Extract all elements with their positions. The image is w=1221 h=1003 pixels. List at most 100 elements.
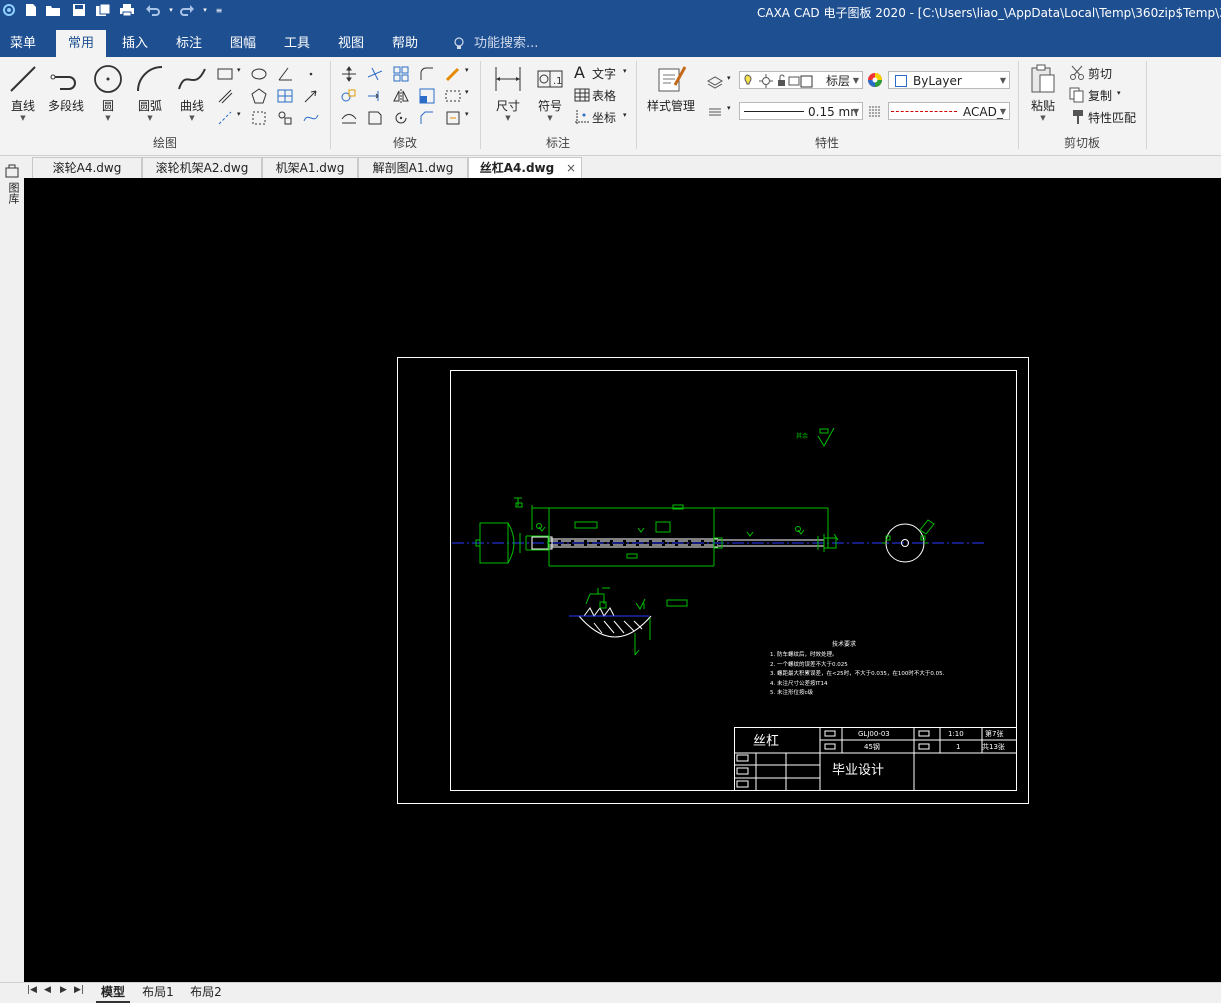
dimension-button[interactable]: 尺寸 ▼	[489, 63, 527, 122]
table-icon[interactable]	[573, 86, 591, 104]
coordinate-icon[interactable]	[573, 108, 591, 126]
symbol-button[interactable]: .1 符号 ▼	[532, 63, 568, 122]
rotate-icon[interactable]	[392, 109, 410, 127]
first-tab-icon[interactable]: |◀	[27, 985, 37, 995]
tab-insert[interactable]: 插入	[112, 30, 158, 57]
rectangle-dropdown-icon[interactable]: ▾	[237, 66, 241, 74]
library-icon[interactable]	[5, 164, 19, 178]
array-icon[interactable]	[392, 65, 410, 83]
lineweight-combo[interactable]: 0.15 mn ▼	[739, 102, 863, 120]
layout-tab[interactable]: 布局1	[138, 983, 178, 1001]
linetype-icon[interactable]	[866, 102, 884, 120]
angle-line-icon[interactable]	[276, 65, 294, 83]
doc-tab-active[interactable]: 丝杠A4.dwg ×	[468, 157, 582, 178]
coordinate-button[interactable]: 坐标	[592, 109, 616, 126]
spline-icon[interactable]	[302, 109, 320, 127]
copy-icon[interactable]	[1068, 86, 1086, 104]
layer-manager-dropdown-icon[interactable]: ▾	[727, 74, 731, 82]
extend-icon[interactable]	[366, 87, 384, 105]
polygon-icon[interactable]	[250, 87, 268, 105]
curve-button[interactable]: 曲线 ▼	[174, 63, 210, 122]
scale-icon[interactable]	[418, 87, 436, 105]
print-icon[interactable]	[118, 2, 136, 18]
move-icon[interactable]	[340, 65, 358, 83]
text-dropdown-icon[interactable]: ▾	[623, 67, 627, 75]
layout-tab-model[interactable]: 模型	[96, 983, 130, 1003]
tab-tools[interactable]: 工具	[274, 30, 320, 57]
copy-dropdown-icon[interactable]: ▾	[1117, 89, 1121, 97]
customize-icon[interactable]: ≡	[210, 2, 228, 18]
match-properties-button[interactable]: 特性匹配	[1088, 109, 1136, 126]
tab-view[interactable]: 视图	[328, 30, 374, 57]
hatch-icon[interactable]	[276, 87, 294, 105]
color-wheel-icon[interactable]	[866, 71, 884, 89]
library-panel-tab[interactable]: 图库	[5, 182, 20, 204]
rectangle-icon[interactable]	[216, 65, 234, 83]
explode-dropdown-icon[interactable]: ▾	[465, 110, 469, 118]
table-button[interactable]: 表格	[592, 87, 616, 104]
color-combo[interactable]: ByLayer ▼	[888, 71, 1010, 89]
layer-manager-icon[interactable]	[706, 73, 724, 91]
mirror-icon[interactable]	[392, 87, 410, 105]
paste-button[interactable]: 粘贴 ▼	[1026, 63, 1060, 122]
tab-sheet[interactable]: 图幅	[220, 30, 266, 57]
arrow-icon[interactable]	[302, 87, 320, 105]
tab-help[interactable]: 帮助	[382, 30, 428, 57]
cut-button[interactable]: 剪切	[1088, 65, 1112, 82]
lineweight-icon[interactable]	[706, 103, 724, 121]
ellipse-icon[interactable]	[250, 65, 268, 83]
arc-button[interactable]: 圆弧 ▼	[132, 63, 168, 122]
doc-tab[interactable]: 滚轮A4.dwg	[32, 157, 142, 178]
prev-tab-icon[interactable]: ◀	[44, 985, 51, 995]
save-icon[interactable]	[70, 2, 88, 18]
point-icon[interactable]	[302, 65, 320, 83]
text-icon[interactable]: A	[574, 63, 585, 82]
undo-icon[interactable]	[144, 2, 162, 18]
offset-icon[interactable]	[340, 109, 358, 127]
erase-dropdown-icon[interactable]: ▾	[465, 66, 469, 74]
save-all-icon[interactable]	[94, 2, 112, 18]
circle-button[interactable]: 圆 ▼	[92, 63, 124, 122]
tab-home[interactable]: 常用	[56, 30, 106, 57]
tab-annotate[interactable]: 标注	[166, 30, 212, 57]
erase-icon[interactable]	[444, 65, 462, 83]
layout-tab[interactable]: 布局2	[186, 983, 226, 1001]
parallel-line-icon[interactable]	[216, 87, 234, 105]
break-icon[interactable]	[366, 109, 384, 127]
redo-icon[interactable]	[178, 2, 196, 18]
menu-main[interactable]: 菜单	[0, 30, 46, 57]
text-button[interactable]: 文字	[592, 65, 616, 82]
polyline-button[interactable]: 多段线	[44, 63, 88, 114]
coordinate-dropdown-icon[interactable]: ▾	[623, 111, 627, 119]
centerline-icon[interactable]	[216, 109, 234, 127]
cut-icon[interactable]	[1068, 64, 1086, 82]
centerline-dropdown-icon[interactable]: ▾	[237, 110, 241, 118]
stretch-dropdown-icon[interactable]: ▾	[465, 88, 469, 96]
layer-combo[interactable]: 标层 ▼	[739, 71, 863, 89]
trim-icon[interactable]	[366, 65, 384, 83]
drawing-canvas[interactable]: 其余 技术要求 1. 防车螺纹后，时效处理。 2. 一个螺纹的误差不大于0.02…	[24, 178, 1221, 982]
match-properties-icon[interactable]	[1068, 108, 1086, 126]
feature-search-input[interactable]: 功能搜索...	[474, 30, 554, 57]
last-tab-icon[interactable]: ▶|	[74, 985, 84, 995]
copy-object-icon[interactable]	[340, 87, 358, 105]
lineweight-dropdown-icon[interactable]: ▾	[727, 104, 731, 112]
copy-button[interactable]: 复制	[1088, 87, 1112, 104]
doc-tab[interactable]: 滚轮机架A2.dwg	[142, 157, 262, 178]
block-icon[interactable]	[276, 109, 294, 127]
close-icon[interactable]: ×	[566, 158, 576, 179]
doc-tab[interactable]: 机架A1.dwg	[262, 157, 358, 178]
region-icon[interactable]	[250, 109, 268, 127]
stretch-icon[interactable]	[444, 87, 462, 105]
next-tab-icon[interactable]: ▶	[60, 985, 67, 995]
doc-tab[interactable]: 解剖图A1.dwg	[358, 157, 468, 178]
chamfer-icon[interactable]	[418, 109, 436, 127]
line-button[interactable]: 直线 ▼	[6, 63, 40, 122]
open-folder-icon[interactable]	[44, 2, 62, 18]
fillet-icon[interactable]	[418, 65, 436, 83]
linetype-combo[interactable]: ACAD_ ▼	[888, 102, 1010, 120]
explode-icon[interactable]	[444, 109, 462, 127]
style-manager-button[interactable]: 样式管理	[641, 63, 701, 114]
app-logo-icon[interactable]	[0, 2, 18, 18]
new-file-icon[interactable]	[22, 2, 40, 18]
